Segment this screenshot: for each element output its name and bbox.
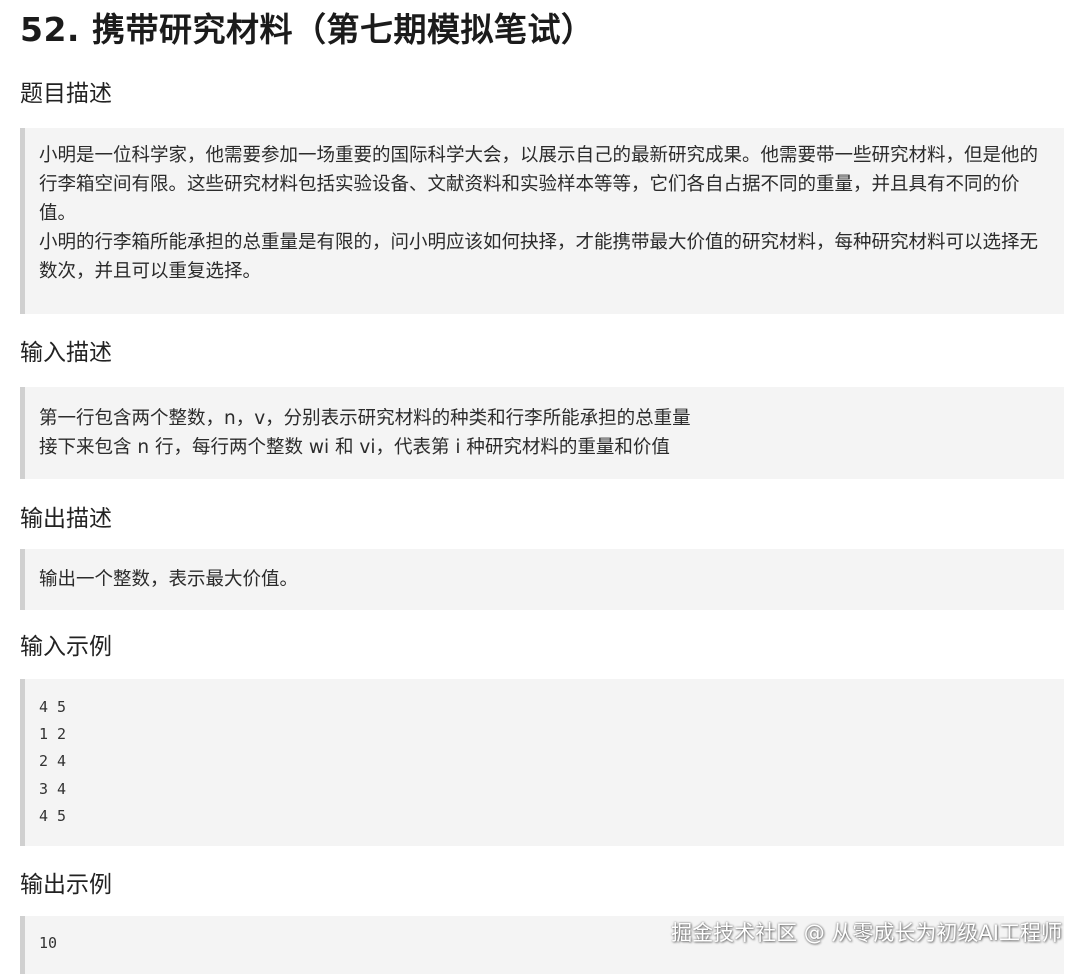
output-description-heading: 输出描述	[20, 506, 112, 532]
output-description-line: 输出一个整数，表示最大价值。	[39, 569, 299, 590]
watermark: 掘金技术社区 @ 从零成长为初级AI工程师	[671, 921, 1062, 945]
code-line: 2 4	[39, 752, 67, 771]
code-line: 1 2	[39, 725, 67, 744]
code-line: 4 5	[39, 806, 67, 825]
code-line: 4 5	[39, 698, 67, 716]
problem-description-block: 小明是一位科学家，他需要参加一场重要的国际科学大会，以展示自己的最新研究成果。他…	[20, 128, 1064, 314]
problem-description-paragraph: 小明的行李箱所能承担的总重量是有限的，问小明应该如何抉择，才能携带最大价值的研究…	[39, 232, 1039, 282]
input-description-heading: 输入描述	[20, 340, 112, 366]
sample-input-heading: 输入示例	[20, 634, 112, 660]
page-title: 52. 携带研究材料（第七期模拟笔试）	[20, 10, 595, 49]
code-line: 3 4	[39, 779, 67, 798]
output-description-block: 输出一个整数，表示最大价值。	[20, 549, 1064, 610]
sample-input-code-block: 4 5 1 2 2 4 3 4 4 5	[20, 679, 1064, 846]
sample-output-heading: 输出示例	[20, 872, 112, 898]
input-description-block: 第一行包含两个整数，n，v，分别表示研究材料的种类和行李所能承担的总重量 接下来…	[20, 387, 1064, 479]
problem-description-paragraph: 小明是一位科学家，他需要参加一场重要的国际科学大会，以展示自己的最新研究成果。他…	[39, 145, 1039, 224]
input-description-line: 第一行包含两个整数，n，v，分别表示研究材料的种类和行李所能承担的总重量	[39, 408, 691, 429]
problem-description-heading: 题目描述	[20, 81, 112, 107]
problem-page: 52. 携带研究材料（第七期模拟笔试） 题目描述 小明是一位科学家，他需要参加一…	[20, 0, 1064, 974]
input-description-line: 接下来包含 n 行，每行两个整数 wi 和 vi，代表第 i 种研究材料的重量和…	[39, 437, 670, 458]
